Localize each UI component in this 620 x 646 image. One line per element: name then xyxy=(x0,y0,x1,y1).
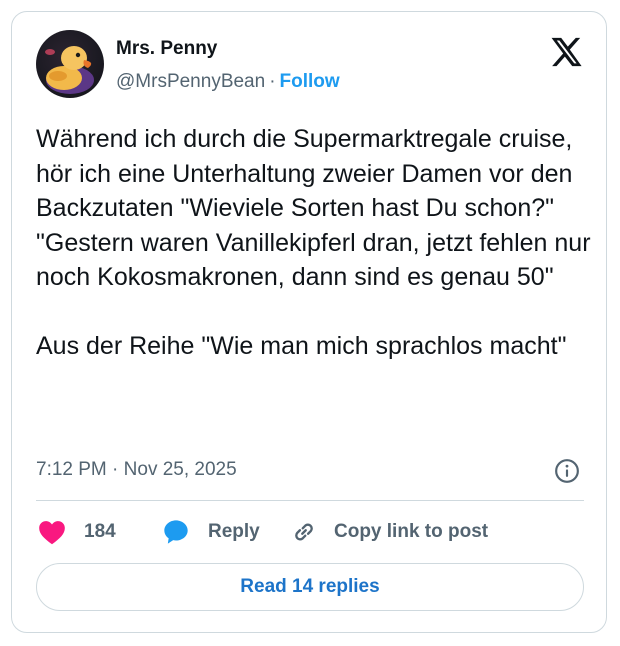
tweet-date: Nov 25, 2025 xyxy=(123,459,237,480)
like-button[interactable]: 184 xyxy=(38,517,116,547)
separator-dot: · xyxy=(269,71,276,92)
read-replies-button[interactable]: Read 14 replies xyxy=(36,563,584,611)
link-icon xyxy=(295,523,313,541)
read-replies-label: Read 14 replies xyxy=(240,576,380,597)
follow-button[interactable]: Follow xyxy=(280,71,340,92)
author-name[interactable]: Mrs. Penny xyxy=(116,38,217,60)
rubber-duck-icon xyxy=(45,46,94,94)
x-logo-icon[interactable] xyxy=(549,35,583,69)
author-handle[interactable]: @MrsPennyBean xyxy=(116,71,265,92)
timestamp-separator: · xyxy=(112,459,119,480)
heart-icon xyxy=(39,521,65,545)
tweet-time: 7:12 PM xyxy=(36,459,107,480)
info-icon[interactable] xyxy=(554,458,580,484)
author-handle-row: @MrsPennyBean · Follow xyxy=(116,71,340,93)
reply-label: Reply xyxy=(208,521,260,542)
reply-button[interactable]: Reply xyxy=(162,517,260,547)
divider xyxy=(36,500,584,501)
avatar[interactable] xyxy=(36,30,104,98)
tweet-embed-card: Mrs. Penny @MrsPennyBean · Follow Während … xyxy=(11,11,607,633)
like-count: 184 xyxy=(84,521,116,542)
speech-bubble-icon xyxy=(164,520,188,544)
copy-link-label: Copy link to post xyxy=(334,521,489,542)
tweet-timestamp[interactable]: 7:12 PM · Nov 25, 2025 xyxy=(36,459,237,481)
tweet-text: Während ich durch die Supermarktregale c… xyxy=(36,125,591,360)
copy-link-button[interactable]: Copy link to post xyxy=(290,517,488,547)
